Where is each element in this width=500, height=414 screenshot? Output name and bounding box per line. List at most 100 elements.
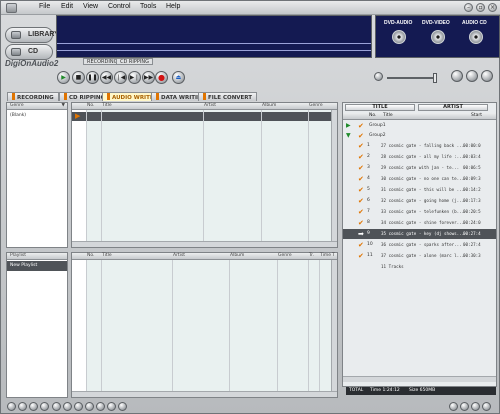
column-header[interactable]: No. bbox=[87, 103, 94, 109]
track-row[interactable]: ✔ 7 33 cosmic gate - telefunken (b... 00:20… bbox=[343, 207, 496, 217]
edit-icon[interactable] bbox=[52, 402, 61, 411]
horizontal-scrollbar[interactable] bbox=[72, 241, 337, 247]
column-header[interactable]: Tr. bbox=[309, 253, 314, 259]
vertical-scrollbar[interactable] bbox=[331, 260, 337, 397]
remove-icon[interactable] bbox=[18, 402, 27, 411]
column-header[interactable]: Time bbox=[320, 253, 331, 259]
maximize-icon[interactable]: ▫ bbox=[476, 3, 485, 12]
column-header[interactable]: Album bbox=[262, 103, 276, 109]
check-icon[interactable]: ✔ bbox=[358, 218, 364, 228]
column-header[interactable]: Artist bbox=[204, 103, 216, 109]
save-icon[interactable] bbox=[63, 402, 72, 411]
check-icon[interactable]: ✔ bbox=[358, 207, 364, 217]
tab-file-convert[interactable]: FILE CONVERT bbox=[198, 92, 258, 101]
refresh-icon[interactable] bbox=[107, 402, 116, 411]
last-icon[interactable] bbox=[482, 402, 491, 411]
tab-recording[interactable]: RECORDING bbox=[7, 92, 59, 101]
previous-button[interactable]: ◀◀ bbox=[100, 71, 113, 84]
record-button[interactable]: ● bbox=[155, 71, 168, 84]
cart-icon[interactable] bbox=[96, 402, 105, 411]
track-row[interactable]: ✔ 3 29 cosmic gate with jan - te... 00:06:5 bbox=[343, 163, 496, 173]
info-icon[interactable] bbox=[481, 70, 493, 82]
track-row[interactable]: ✔ 5 31 cosmic gate - this will be ... 00:14… bbox=[343, 185, 496, 195]
group-row[interactable]: ▼ ✔ Group2 bbox=[343, 131, 496, 141]
table-row[interactable] bbox=[72, 112, 337, 121]
horizontal-scrollbar[interactable] bbox=[343, 376, 496, 382]
column-header[interactable]: Start bbox=[471, 113, 482, 119]
cd-button[interactable]: CD bbox=[5, 44, 53, 60]
app-menu-icon[interactable] bbox=[6, 3, 17, 13]
collapse-arrow-icon[interactable]: ▼ bbox=[346, 131, 351, 141]
expand-arrow-icon[interactable]: ▶ bbox=[346, 121, 351, 131]
column-header[interactable]: Title bbox=[102, 253, 112, 259]
settings-icon[interactable] bbox=[466, 70, 478, 82]
pause-button[interactable]: ❚❚ bbox=[86, 71, 99, 84]
chevron-down-icon[interactable]: ▼ bbox=[62, 103, 65, 109]
column-header[interactable]: Title bbox=[102, 103, 112, 109]
track-row[interactable]: ✔ 1 27 cosmic gate - falling back ... 00:00… bbox=[343, 141, 496, 151]
play-button[interactable]: ▶ bbox=[57, 71, 70, 84]
print-icon[interactable] bbox=[85, 402, 94, 411]
library-button[interactable]: LIBRARY bbox=[5, 27, 59, 43]
column-header[interactable]: Album bbox=[230, 253, 244, 259]
column-header[interactable]: Artist bbox=[173, 253, 185, 259]
track-row[interactable]: ✔ 10 36 cosmic gate - sparks after... 00:27… bbox=[343, 240, 496, 250]
display-tab-cd-ripping[interactable]: CD RIPPING bbox=[116, 58, 153, 65]
close-icon[interactable]: × bbox=[488, 3, 497, 12]
genre-item[interactable]: (Blank) bbox=[10, 113, 26, 118]
next-button[interactable]: ▶▶ bbox=[142, 71, 155, 84]
stop-button[interactable]: ■ bbox=[72, 71, 85, 84]
check-icon[interactable]: ✔ bbox=[358, 174, 364, 184]
next-icon[interactable] bbox=[471, 402, 480, 411]
dvd-audio-disc-icon[interactable] bbox=[392, 30, 406, 44]
table-body[interactable] bbox=[86, 260, 332, 392]
skip-back-button[interactable]: ❘◀ bbox=[114, 71, 127, 84]
selected-marker-icon[interactable]: ➡ bbox=[358, 229, 364, 239]
check-icon[interactable]: ✔ bbox=[358, 163, 364, 173]
skip-forward-button[interactable]: ▶❘ bbox=[128, 71, 141, 84]
check-icon[interactable]: ✔ bbox=[358, 152, 364, 162]
repeat-icon[interactable] bbox=[451, 70, 463, 82]
menu-file[interactable]: File bbox=[39, 3, 50, 10]
minimize-icon[interactable]: – bbox=[464, 3, 473, 12]
track-row-selected[interactable]: ➡ 9 35 cosmic gate - key (dj shows... 00:27… bbox=[343, 229, 496, 239]
check-icon[interactable]: ✔ bbox=[358, 251, 364, 261]
add-icon[interactable] bbox=[7, 402, 16, 411]
column-header[interactable]: No. bbox=[87, 253, 94, 259]
column-header[interactable]: Genre bbox=[278, 253, 292, 259]
speaker-icon[interactable] bbox=[374, 72, 383, 81]
playlist-item[interactable]: New Playlist bbox=[7, 261, 67, 271]
audio-cd-disc-icon[interactable] bbox=[469, 30, 483, 44]
burn-icon[interactable] bbox=[74, 402, 83, 411]
menu-edit[interactable]: Edit bbox=[61, 3, 73, 10]
down-icon[interactable] bbox=[40, 402, 49, 411]
column-header[interactable]: Genre bbox=[309, 103, 323, 109]
up-icon[interactable] bbox=[29, 402, 38, 411]
column-header[interactable]: No. bbox=[369, 113, 376, 119]
track-row[interactable]: ✔ 4 30 cosmic gate - no one can te... 00:09… bbox=[343, 174, 496, 184]
column-header[interactable]: Title bbox=[383, 113, 393, 119]
menu-view[interactable]: View bbox=[83, 3, 98, 10]
help-icon[interactable] bbox=[118, 402, 127, 411]
tab-artist[interactable]: ARTIST bbox=[418, 104, 488, 111]
track-row[interactable]: ✔ 6 32 cosmic gate - going home (j... 00:17… bbox=[343, 196, 496, 206]
table-body[interactable] bbox=[86, 110, 332, 242]
menu-control[interactable]: Control bbox=[108, 3, 131, 10]
check-icon[interactable]: ✔ bbox=[358, 240, 364, 250]
check-icon[interactable]: ✔ bbox=[358, 121, 364, 131]
eject-button[interactable]: ⏏ bbox=[172, 71, 185, 84]
horizontal-scrollbar[interactable] bbox=[72, 391, 337, 397]
check-icon[interactable]: ✔ bbox=[358, 185, 364, 195]
menu-help[interactable]: Help bbox=[166, 3, 180, 10]
track-row[interactable]: ✔ 8 34 cosmic gate - shine forever... 00:24… bbox=[343, 218, 496, 228]
column-header[interactable]: T bbox=[332, 253, 335, 259]
volume-slider-thumb[interactable] bbox=[433, 73, 437, 83]
track-row[interactable]: ✔ 2 28 cosmic gate - all my life :... 00:03… bbox=[343, 152, 496, 162]
prev-icon[interactable] bbox=[460, 402, 469, 411]
group-row[interactable]: ▶ ✔ Group1 bbox=[343, 121, 496, 131]
menu-tools[interactable]: Tools bbox=[140, 3, 156, 10]
check-icon[interactable]: ✔ bbox=[358, 196, 364, 206]
first-icon[interactable] bbox=[449, 402, 458, 411]
tab-title[interactable]: TITLE bbox=[345, 104, 415, 111]
check-icon[interactable]: ✔ bbox=[358, 141, 364, 151]
